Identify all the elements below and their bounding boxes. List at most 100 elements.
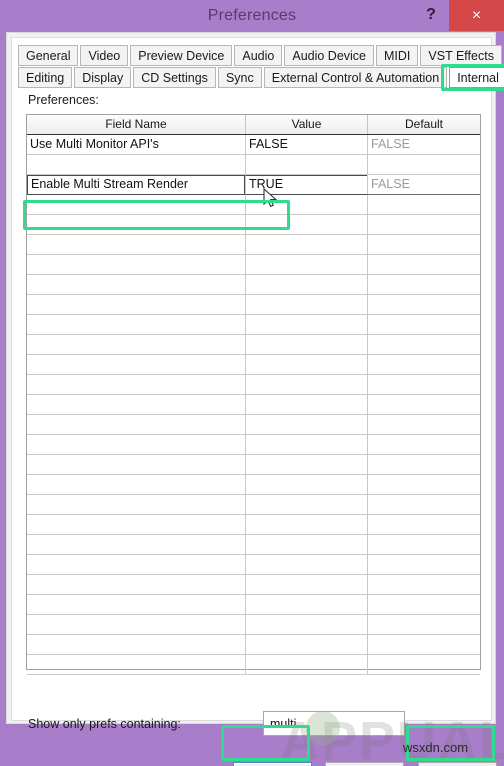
tab-cd-settings[interactable]: CD Settings bbox=[133, 67, 216, 88]
cell-value[interactable] bbox=[245, 395, 367, 414]
cell-field-name[interactable] bbox=[27, 215, 245, 234]
cell-value[interactable] bbox=[245, 335, 367, 354]
cell-field-name[interactable] bbox=[27, 155, 245, 174]
cell-field-name[interactable] bbox=[27, 355, 245, 374]
cell-value[interactable] bbox=[245, 595, 367, 614]
table-row[interactable] bbox=[27, 555, 480, 575]
cell-field-name[interactable]: Enable Multi Stream Render bbox=[27, 175, 245, 195]
tab-general[interactable]: General bbox=[18, 45, 79, 66]
table-row[interactable] bbox=[27, 355, 480, 375]
table-row[interactable] bbox=[27, 575, 480, 595]
filter-input[interactable] bbox=[263, 711, 405, 736]
cell-value[interactable] bbox=[245, 515, 367, 534]
cell-field-name[interactable] bbox=[27, 295, 245, 314]
cell-value[interactable] bbox=[245, 255, 367, 274]
table-row[interactable]: Enable Multi Stream Render TRUE FALSE bbox=[27, 175, 480, 195]
tab-sync[interactable]: Sync bbox=[217, 67, 262, 88]
cell-value[interactable] bbox=[245, 475, 367, 494]
cell-field-name[interactable] bbox=[27, 275, 245, 294]
cell-field-name[interactable] bbox=[27, 335, 245, 354]
table-row[interactable] bbox=[27, 595, 480, 615]
cell-field-name[interactable] bbox=[27, 515, 245, 534]
cell-value[interactable] bbox=[245, 575, 367, 594]
cell-field-name[interactable] bbox=[27, 255, 245, 274]
cell-value[interactable] bbox=[245, 275, 367, 294]
cell-value[interactable] bbox=[245, 235, 367, 254]
cell-field-name[interactable] bbox=[27, 235, 245, 254]
cell-value[interactable] bbox=[245, 355, 367, 374]
cell-value[interactable]: FALSE bbox=[245, 135, 367, 154]
table-row[interactable] bbox=[27, 155, 480, 175]
table-row[interactable] bbox=[27, 295, 480, 315]
tab-midi[interactable]: MIDI bbox=[376, 45, 419, 66]
cell-field-name[interactable] bbox=[27, 615, 245, 634]
tab-internal[interactable]: Internal bbox=[449, 67, 504, 88]
cell-value[interactable] bbox=[245, 435, 367, 454]
table-row[interactable] bbox=[27, 455, 480, 475]
cell-value[interactable] bbox=[245, 635, 367, 654]
cell-field-name[interactable] bbox=[27, 455, 245, 474]
table-row[interactable]: Use Multi Monitor API's FALSE FALSE bbox=[27, 135, 480, 155]
cell-field-name[interactable] bbox=[27, 595, 245, 614]
table-row[interactable] bbox=[27, 535, 480, 555]
table-row[interactable] bbox=[27, 255, 480, 275]
table-row[interactable] bbox=[27, 335, 480, 355]
cell-field-name[interactable] bbox=[27, 435, 245, 454]
tab-video[interactable]: Video bbox=[80, 45, 129, 66]
cell-field-name[interactable] bbox=[27, 415, 245, 434]
column-header-default[interactable]: Default bbox=[367, 115, 480, 134]
tab-editing[interactable]: Editing bbox=[18, 67, 73, 88]
cell-value[interactable] bbox=[245, 495, 367, 514]
cell-value[interactable] bbox=[245, 315, 367, 334]
cell-value[interactable] bbox=[245, 195, 367, 214]
cell-field-name[interactable] bbox=[27, 195, 245, 214]
table-row[interactable] bbox=[27, 615, 480, 635]
cell-value[interactable] bbox=[245, 415, 367, 434]
cell-value[interactable] bbox=[245, 155, 367, 174]
cell-field-name[interactable]: Use Multi Monitor API's bbox=[27, 135, 245, 154]
tab-external-control-automation[interactable]: External Control & Automation bbox=[263, 67, 448, 88]
cell-value[interactable] bbox=[245, 555, 367, 574]
cell-value[interactable] bbox=[245, 615, 367, 634]
cell-value[interactable] bbox=[245, 295, 367, 314]
cancel-button[interactable]: Cancel bbox=[325, 762, 404, 766]
cell-field-name[interactable] bbox=[27, 655, 245, 674]
tab-audio-device[interactable]: Audio Device bbox=[284, 45, 375, 66]
table-row[interactable] bbox=[27, 235, 480, 255]
help-button[interactable]: ? bbox=[415, 0, 447, 30]
preferences-grid[interactable]: Field Name Value Default Use Multi Monit… bbox=[26, 114, 481, 675]
close-button[interactable]: × bbox=[449, 0, 504, 31]
tab-vst-effects[interactable]: VST Effects bbox=[420, 45, 502, 66]
cell-value[interactable] bbox=[245, 655, 367, 674]
cell-field-name[interactable] bbox=[27, 375, 245, 394]
cell-field-name[interactable] bbox=[27, 475, 245, 494]
table-row[interactable] bbox=[27, 435, 480, 455]
ok-button[interactable]: OK bbox=[233, 762, 312, 766]
table-row[interactable] bbox=[27, 315, 480, 335]
table-row[interactable] bbox=[27, 215, 480, 235]
table-row[interactable] bbox=[27, 495, 480, 515]
table-row[interactable] bbox=[27, 375, 480, 395]
table-row[interactable] bbox=[27, 475, 480, 495]
cell-value[interactable] bbox=[245, 535, 367, 554]
table-row[interactable] bbox=[27, 395, 480, 415]
tab-preview-device[interactable]: Preview Device bbox=[130, 45, 233, 66]
cell-value[interactable] bbox=[245, 215, 367, 234]
cell-field-name[interactable] bbox=[27, 495, 245, 514]
table-row[interactable] bbox=[27, 635, 480, 655]
cell-field-name[interactable] bbox=[27, 635, 245, 654]
tab-audio[interactable]: Audio bbox=[234, 45, 283, 66]
cell-field-name[interactable] bbox=[27, 575, 245, 594]
cell-field-name[interactable] bbox=[27, 395, 245, 414]
cell-field-name[interactable] bbox=[27, 555, 245, 574]
table-row[interactable] bbox=[27, 195, 480, 215]
cell-value[interactable] bbox=[245, 455, 367, 474]
cell-field-name[interactable] bbox=[27, 315, 245, 334]
tab-display[interactable]: Display bbox=[74, 67, 132, 88]
table-row[interactable] bbox=[27, 415, 480, 435]
cell-field-name[interactable] bbox=[27, 535, 245, 554]
column-header-field-name[interactable]: Field Name bbox=[27, 115, 245, 134]
table-row[interactable] bbox=[27, 655, 480, 675]
table-row[interactable] bbox=[27, 515, 480, 535]
column-header-value[interactable]: Value bbox=[245, 115, 367, 134]
